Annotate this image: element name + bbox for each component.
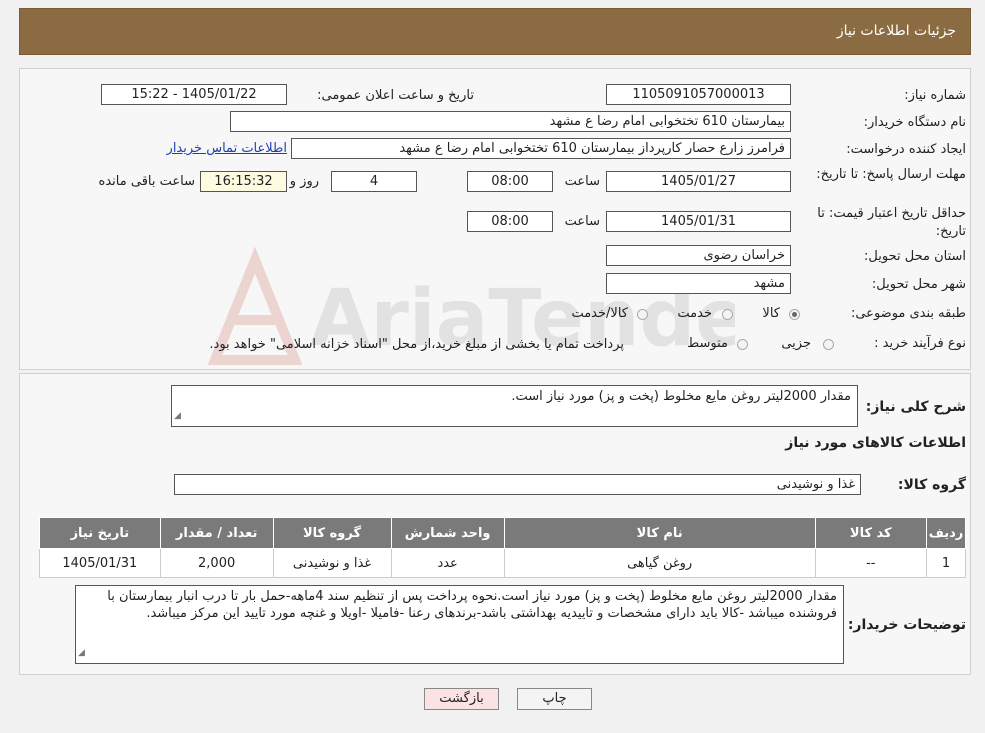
cell-row: 1 [925,548,967,578]
table-row: 1405/01/31 2,000 غذا و نوشیدنی عدد روغن … [39,548,967,578]
resize-grip-icon: ◢ [78,648,85,658]
resize-grip-icon: ◢ [174,411,181,421]
buyer-org-field: بیمارستان 610 تختخوابی امام رضا ع مشهد [230,111,791,132]
col-code: کد کالا [814,517,927,549]
cell-name: روغن گیاهی [503,548,816,578]
category-radio-service[interactable] [722,309,733,320]
validity-time-field: 08:00 [467,211,553,232]
cell-unit: عدد [390,548,505,578]
cell-group: غذا و نوشیدنی [272,548,392,578]
buyer-org-label: نام دستگاه خریدار: [863,115,966,130]
summary-textarea[interactable]: مقدار 2000لیتر روغن مایع مخلوط (پخت و پز… [171,385,858,427]
days-label: روز و [289,174,319,189]
buyer-notes-textarea[interactable]: مقدار 2000لیتر روغن مایع مخلوط (پخت و پز… [75,585,844,664]
category-label: طبقه بندی موضوعی: [850,306,966,321]
process-option-partial: جزیی [781,336,811,351]
days-field: 4 [331,171,417,192]
goods-table-header-row: تاریخ نیاز تعداد / مقدار گروه کالا واحد … [39,517,967,549]
remaining-label: ساعت باقی مانده [98,174,195,189]
deadline-label: مهلت ارسال پاسخ: تا تاریخ: [816,167,966,182]
city-label: شهر محل تحویل: [871,277,966,292]
need-number-field: 1105091057000013 [606,84,791,105]
announce-field: 1405/01/22 - 15:22 [101,84,287,105]
creator-label: ایجاد کننده درخواست: [846,142,966,157]
category-radio-goods-service[interactable] [637,309,648,320]
goods-section-title: اطلاعات کالاهای مورد نیاز [785,435,966,451]
goods-group-label: گروه کالا: [897,477,966,493]
goods-table: تاریخ نیاز تعداد / مقدار گروه کالا واحد … [39,517,967,578]
process-radio-partial[interactable] [823,339,834,350]
deadline-date-field: 1405/01/27 [606,171,791,192]
back-button[interactable]: بازگشت [424,688,499,710]
validity-date-field: 1405/01/31 [606,211,791,232]
process-radio-medium[interactable] [737,339,748,350]
goods-group-field: غذا و نوشیدنی [174,474,861,495]
summary-label: شرح کلی نیاز: [865,399,966,415]
col-quantity: تعداد / مقدار [159,517,274,549]
col-row: ردیف [925,517,967,549]
remaining-time-field: 16:15:32 [200,171,287,192]
validity-label: حداقل تاریخ اعتبار قیمت: تا تاریخ: [817,206,966,239]
category-option-goods: کالا [762,306,780,321]
col-need-date: تاریخ نیاز [39,517,161,549]
validity-time-label: ساعت [564,214,600,229]
col-group: گروه کالا [272,517,392,549]
need-number-label: شماره نیاز: [904,88,966,103]
creator-field: فرامرز زارع حصار کارپرداز بیمارستان 610 … [291,138,791,159]
process-option-medium: متوسط [687,336,728,351]
announce-label: تاریخ و ساعت اعلان عمومی: [317,88,474,103]
cell-need-date: 1405/01/31 [39,548,161,578]
print-button[interactable]: چاپ [517,688,592,710]
page-header: جزئیات اطلاعات نیاز [19,8,971,55]
process-note: پرداخت تمام یا بخشی از مبلغ خرید،از محل … [209,337,624,352]
buyer-contact-link[interactable]: اطلاعات تماس خریدار [167,141,287,156]
buyer-notes-label: توضیحات خریدار: [847,617,966,633]
province-field: خراسان رضوی [606,245,791,266]
col-name: نام کالا [503,517,816,549]
cell-quantity: 2,000 [159,548,274,578]
category-radio-goods[interactable] [789,309,800,320]
page-title: جزئیات اطلاعات نیاز [836,23,956,39]
process-label: نوع فرآیند خرید : [874,336,966,351]
category-option-service: خدمت [677,306,712,321]
category-option-goods-service: کالا/خدمت [571,306,628,321]
cell-code: -- [814,548,927,578]
col-unit: واحد شمارش [390,517,505,549]
deadline-time-label: ساعت [564,174,600,189]
buyer-notes-text: مقدار 2000لیتر روغن مایع مخلوط (پخت و پز… [107,589,837,621]
city-field: مشهد [606,273,791,294]
deadline-time-field: 08:00 [467,171,553,192]
summary-text: مقدار 2000لیتر روغن مایع مخلوط (پخت و پز… [511,389,851,404]
province-label: استان محل تحویل: [864,249,966,264]
